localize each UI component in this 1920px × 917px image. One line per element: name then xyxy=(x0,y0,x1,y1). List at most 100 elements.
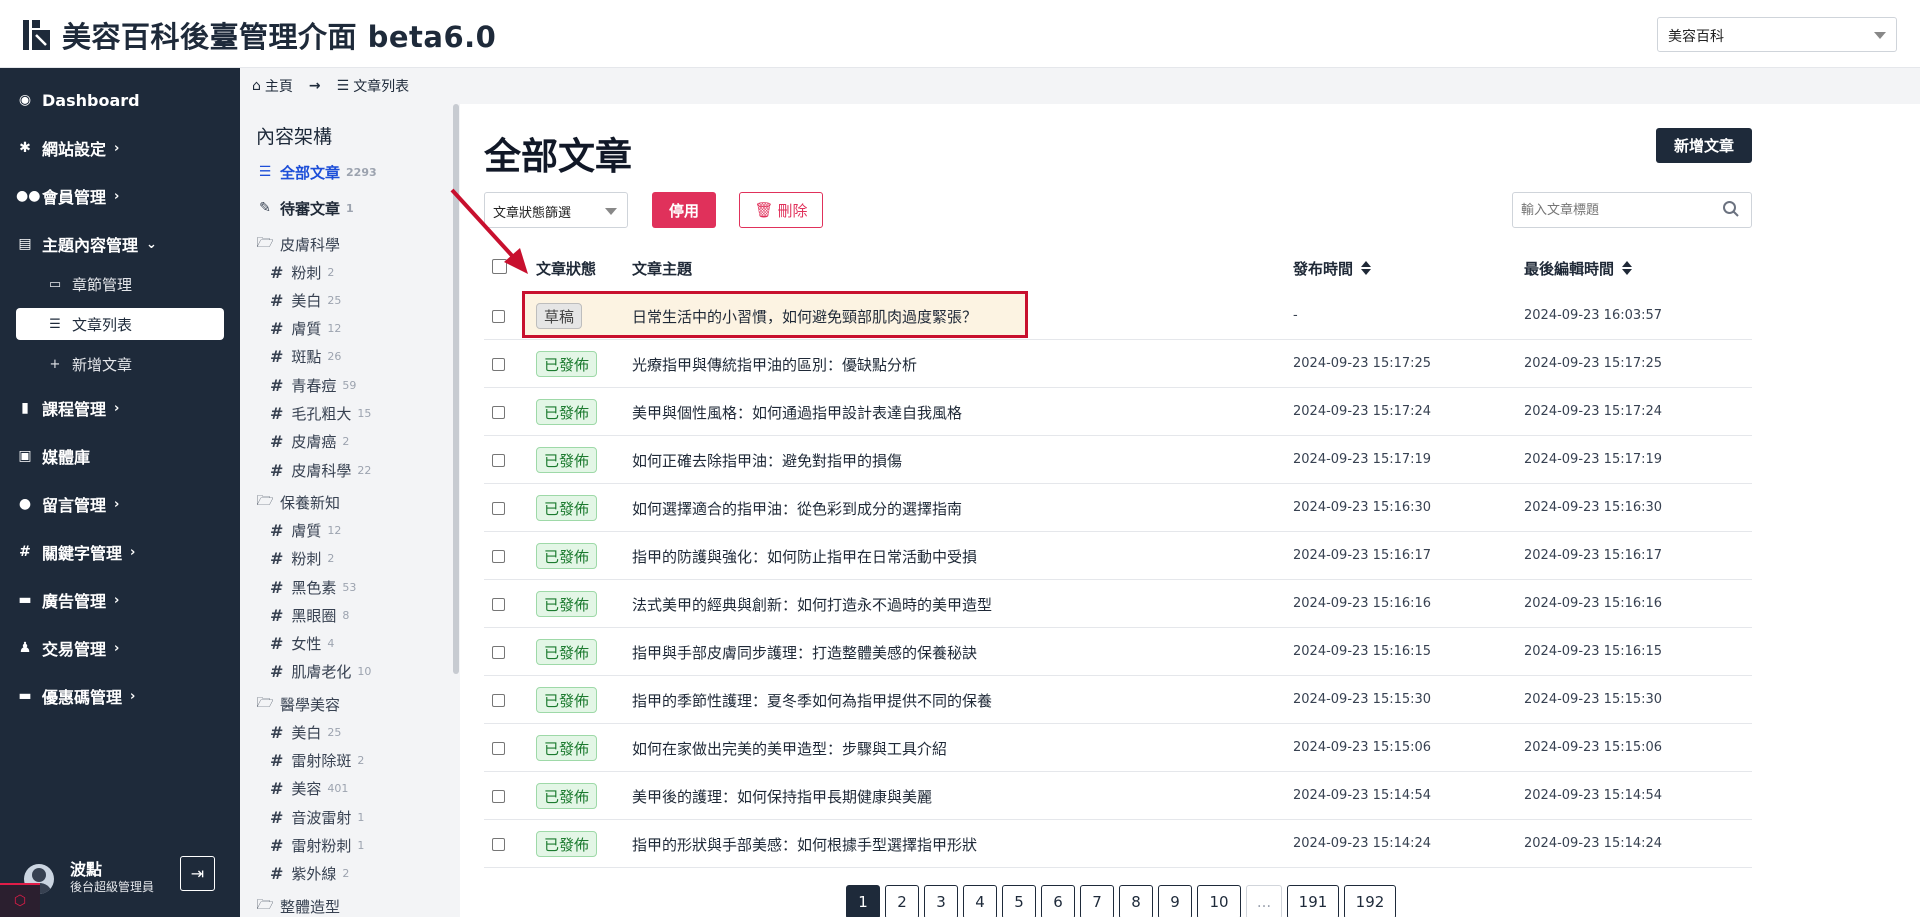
structure-tag[interactable]: # 雷射除斑 2 xyxy=(270,747,364,775)
structure-tag[interactable]: # 音波雷射 1 xyxy=(270,803,364,831)
structure-tag[interactable]: # 粉刺 2 xyxy=(270,258,334,286)
article-subject-link[interactable]: 指甲與手部皮膚同步護理：打造整體美感的保養秘訣 xyxy=(632,642,977,663)
structure-tag[interactable]: # 美容 401 xyxy=(270,775,348,803)
structure-tag[interactable]: # 皮膚科學 22 xyxy=(270,456,371,484)
column-header-edited-time[interactable]: 最後編輯時間 xyxy=(1524,256,1633,280)
search-icon[interactable] xyxy=(1722,200,1740,218)
column-header-publish-time[interactable]: 發布時間 xyxy=(1293,256,1372,280)
table-row[interactable]: 已發佈 如何正確去除指甲油：避免對指甲的損傷 2024-09-23 15:17:19… xyxy=(484,436,1752,484)
table-row[interactable]: 已發佈 美甲後的護理：如何保持指甲長期健康與美麗 2024-09-23 15:14:… xyxy=(484,772,1752,820)
pagination-page[interactable]: 6 xyxy=(1041,885,1075,917)
article-subject-link[interactable]: 指甲的形狀與手部美感：如何根據手型選擇指甲形狀 xyxy=(632,834,977,855)
structure-group[interactable]: 🗁 醫學美容 xyxy=(256,690,340,718)
article-subject-link[interactable]: 光療指甲與傳統指甲油的區別：優缺點分析 xyxy=(632,354,917,375)
logout-button[interactable]: ⇥ xyxy=(180,856,215,891)
structure-tag[interactable]: # 黑色素 53 xyxy=(270,573,356,601)
table-row[interactable]: 已發佈 指甲的形狀與手部美感：如何根據手型選擇指甲形狀 2024-09-23 15:… xyxy=(484,820,1752,868)
article-subject-link[interactable]: 美甲後的護理：如何保持指甲長期健康與美麗 xyxy=(632,786,932,807)
sidebar-item-dashboard[interactable]: ◉ Dashboard xyxy=(0,80,240,120)
table-row[interactable]: 已發佈 指甲的防護與強化：如何防止指甲在日常活動中受損 2024-09-23 15:… xyxy=(484,532,1752,580)
sidebar-item-courses[interactable]: ▮ 課程管理 › xyxy=(0,388,240,428)
article-subject-link[interactable]: 指甲的季節性護理：夏冬季如何為指甲提供不同的保養 xyxy=(632,690,992,711)
structure-group[interactable]: 🗁 整體造型 xyxy=(256,892,340,917)
new-article-button[interactable]: 新增文章 xyxy=(1656,128,1752,163)
structure-tag[interactable]: # 膚質 12 xyxy=(270,516,341,544)
article-subject-link[interactable]: 日常生活中的小習慣，如何避免頸部肌肉過度緊張？ xyxy=(632,306,977,327)
row-checkbox[interactable] xyxy=(492,454,505,467)
table-row[interactable]: 已發佈 指甲與手部皮膚同步護理：打造整體美感的保養秘訣 2024-09-23 15:… xyxy=(484,628,1752,676)
delete-button[interactable]: 🗑 刪除 xyxy=(739,192,823,228)
structure-tag[interactable]: # 肌膚老化 10 xyxy=(270,658,371,686)
table-row[interactable]: 已發佈 如何在家做出完美的美甲造型：步驟與工具介紹 2024-09-23 15:15… xyxy=(484,724,1752,772)
row-checkbox[interactable] xyxy=(492,598,505,611)
search-input[interactable] xyxy=(1512,192,1752,228)
structure-all-articles[interactable]: ☰ 全部文章 2293 xyxy=(256,158,377,186)
sidebar-item-members[interactable]: ●● 會員管理 › xyxy=(0,176,240,216)
pagination-page[interactable]: 4 xyxy=(963,885,997,917)
structure-tag[interactable]: # 毛孔粗大 15 xyxy=(270,400,371,428)
pagination-page[interactable]: 7 xyxy=(1080,885,1114,917)
structure-tag[interactable]: # 粉刺 2 xyxy=(270,545,334,573)
table-row[interactable]: 已發佈 美甲與個性風格：如何通過指甲設計表達自我風格 2024-09-23 15:1… xyxy=(484,388,1752,436)
structure-group[interactable]: 🗁 保養新知 xyxy=(256,488,340,516)
pagination-page[interactable]: 3 xyxy=(924,885,958,917)
sidebar-item-media[interactable]: ▣ 媒體庫 xyxy=(0,436,240,476)
article-subject-link[interactable]: 如何選擇適合的指甲油：從色彩到成分的選擇指南 xyxy=(632,498,962,519)
table-row[interactable]: 已發佈 光療指甲與傳統指甲油的區別：優缺點分析 2024-09-23 15:17:2… xyxy=(484,340,1752,388)
structure-tag[interactable]: # 雷射粉刺 1 xyxy=(270,831,364,859)
table-row[interactable]: 已發佈 法式美甲的經典與創新：如何打造永不過時的美甲造型 2024-09-23 15… xyxy=(484,580,1752,628)
breadcrumb-current[interactable]: ☰ 文章列表 xyxy=(337,76,410,96)
pagination-page[interactable]: 1 xyxy=(846,885,880,917)
sidebar-sub-new-article[interactable]: + 新增文章 xyxy=(16,348,224,380)
row-checkbox[interactable] xyxy=(492,310,505,323)
article-subject-link[interactable]: 指甲的防護與強化：如何防止指甲在日常活動中受損 xyxy=(632,546,977,567)
row-checkbox[interactable] xyxy=(492,694,505,707)
breadcrumb-home[interactable]: ⌂ 主頁 xyxy=(252,76,293,96)
pagination-page[interactable]: 192 xyxy=(1344,885,1396,917)
sidebar-item-coupons[interactable]: ▬ 優惠碼管理 › xyxy=(0,676,240,716)
sidebar-item-site-settings[interactable]: ✱ 網站設定 › xyxy=(0,128,240,168)
structure-tag[interactable]: # 紫外線 2 xyxy=(270,860,349,888)
article-subject-link[interactable]: 美甲與個性風格：如何通過指甲設計表達自我風格 xyxy=(632,402,962,423)
pagination-page[interactable]: 5 xyxy=(1002,885,1036,917)
row-checkbox[interactable] xyxy=(492,358,505,371)
table-row[interactable]: 已發佈 指甲的季節性護理：夏冬季如何為指甲提供不同的保養 2024-09-23 15… xyxy=(484,676,1752,724)
structure-tag[interactable]: # 女性 4 xyxy=(270,630,334,658)
row-checkbox[interactable] xyxy=(492,790,505,803)
structure-pending-articles[interactable]: ✎ 待審文章 1 xyxy=(256,194,354,222)
row-checkbox[interactable] xyxy=(492,742,505,755)
structure-tag[interactable]: # 斑點 26 xyxy=(270,343,341,371)
pagination-page[interactable]: 8 xyxy=(1119,885,1153,917)
pagination-page[interactable]: 2 xyxy=(885,885,919,917)
site-select[interactable]: 美容百科 xyxy=(1657,17,1897,52)
structure-tag[interactable]: # 皮膚癌 2 xyxy=(270,428,349,456)
structure-tag[interactable]: # 青春痘 59 xyxy=(270,371,356,399)
structure-tag[interactable]: # 膚質 12 xyxy=(270,315,341,343)
article-subject-link[interactable]: 法式美甲的經典與創新：如何打造永不過時的美甲造型 xyxy=(632,594,992,615)
row-checkbox[interactable] xyxy=(492,406,505,419)
row-checkbox[interactable] xyxy=(492,550,505,563)
sidebar-item-keywords[interactable]: # 關鍵字管理 › xyxy=(0,532,240,572)
pagination-page[interactable]: 9 xyxy=(1158,885,1192,917)
row-checkbox[interactable] xyxy=(492,646,505,659)
pagination-page[interactable]: 10 xyxy=(1197,885,1241,917)
row-checkbox[interactable] xyxy=(492,838,505,851)
brand[interactable]: 美容百科後臺管理介面 beta6.0 xyxy=(22,14,496,56)
sidebar-sub-article-list[interactable]: ☰ 文章列表 xyxy=(16,308,224,340)
table-row[interactable]: 已發佈 如何選擇適合的指甲油：從色彩到成分的選擇指南 2024-09-23 15:1… xyxy=(484,484,1752,532)
sidebar-item-content[interactable]: ▤ 主題內容管理 ⌄ xyxy=(0,224,240,264)
article-subject-link[interactable]: 如何正確去除指甲油：避免對指甲的損傷 xyxy=(632,450,902,471)
structure-tag[interactable]: # 美白 25 xyxy=(270,718,341,746)
structure-tag[interactable]: # 美白 25 xyxy=(270,286,341,314)
structure-tag[interactable]: # 黑眼圈 8 xyxy=(270,601,349,629)
sidebar-sub-chapters[interactable]: ▭ 章節管理 xyxy=(16,268,224,300)
table-row[interactable]: 草稿 日常生活中的小習慣，如何避免頸部肌肉過度緊張？ - 2024-09-23 16:… xyxy=(484,292,1752,340)
sidebar-item-comments[interactable]: ● 留言管理 › xyxy=(0,484,240,524)
row-checkbox[interactable] xyxy=(492,502,505,515)
pagination-page[interactable]: 191 xyxy=(1287,885,1339,917)
disable-button[interactable]: 停用 xyxy=(652,192,716,228)
structure-group[interactable]: 🗁 皮膚科學 xyxy=(256,230,340,258)
article-subject-link[interactable]: 如何在家做出完美的美甲造型：步驟與工具介紹 xyxy=(632,738,947,759)
sidebar-item-ads[interactable]: ▬ 廣告管理 › xyxy=(0,580,240,620)
sidebar-item-transactions[interactable]: ♟ 交易管理 › xyxy=(0,628,240,668)
